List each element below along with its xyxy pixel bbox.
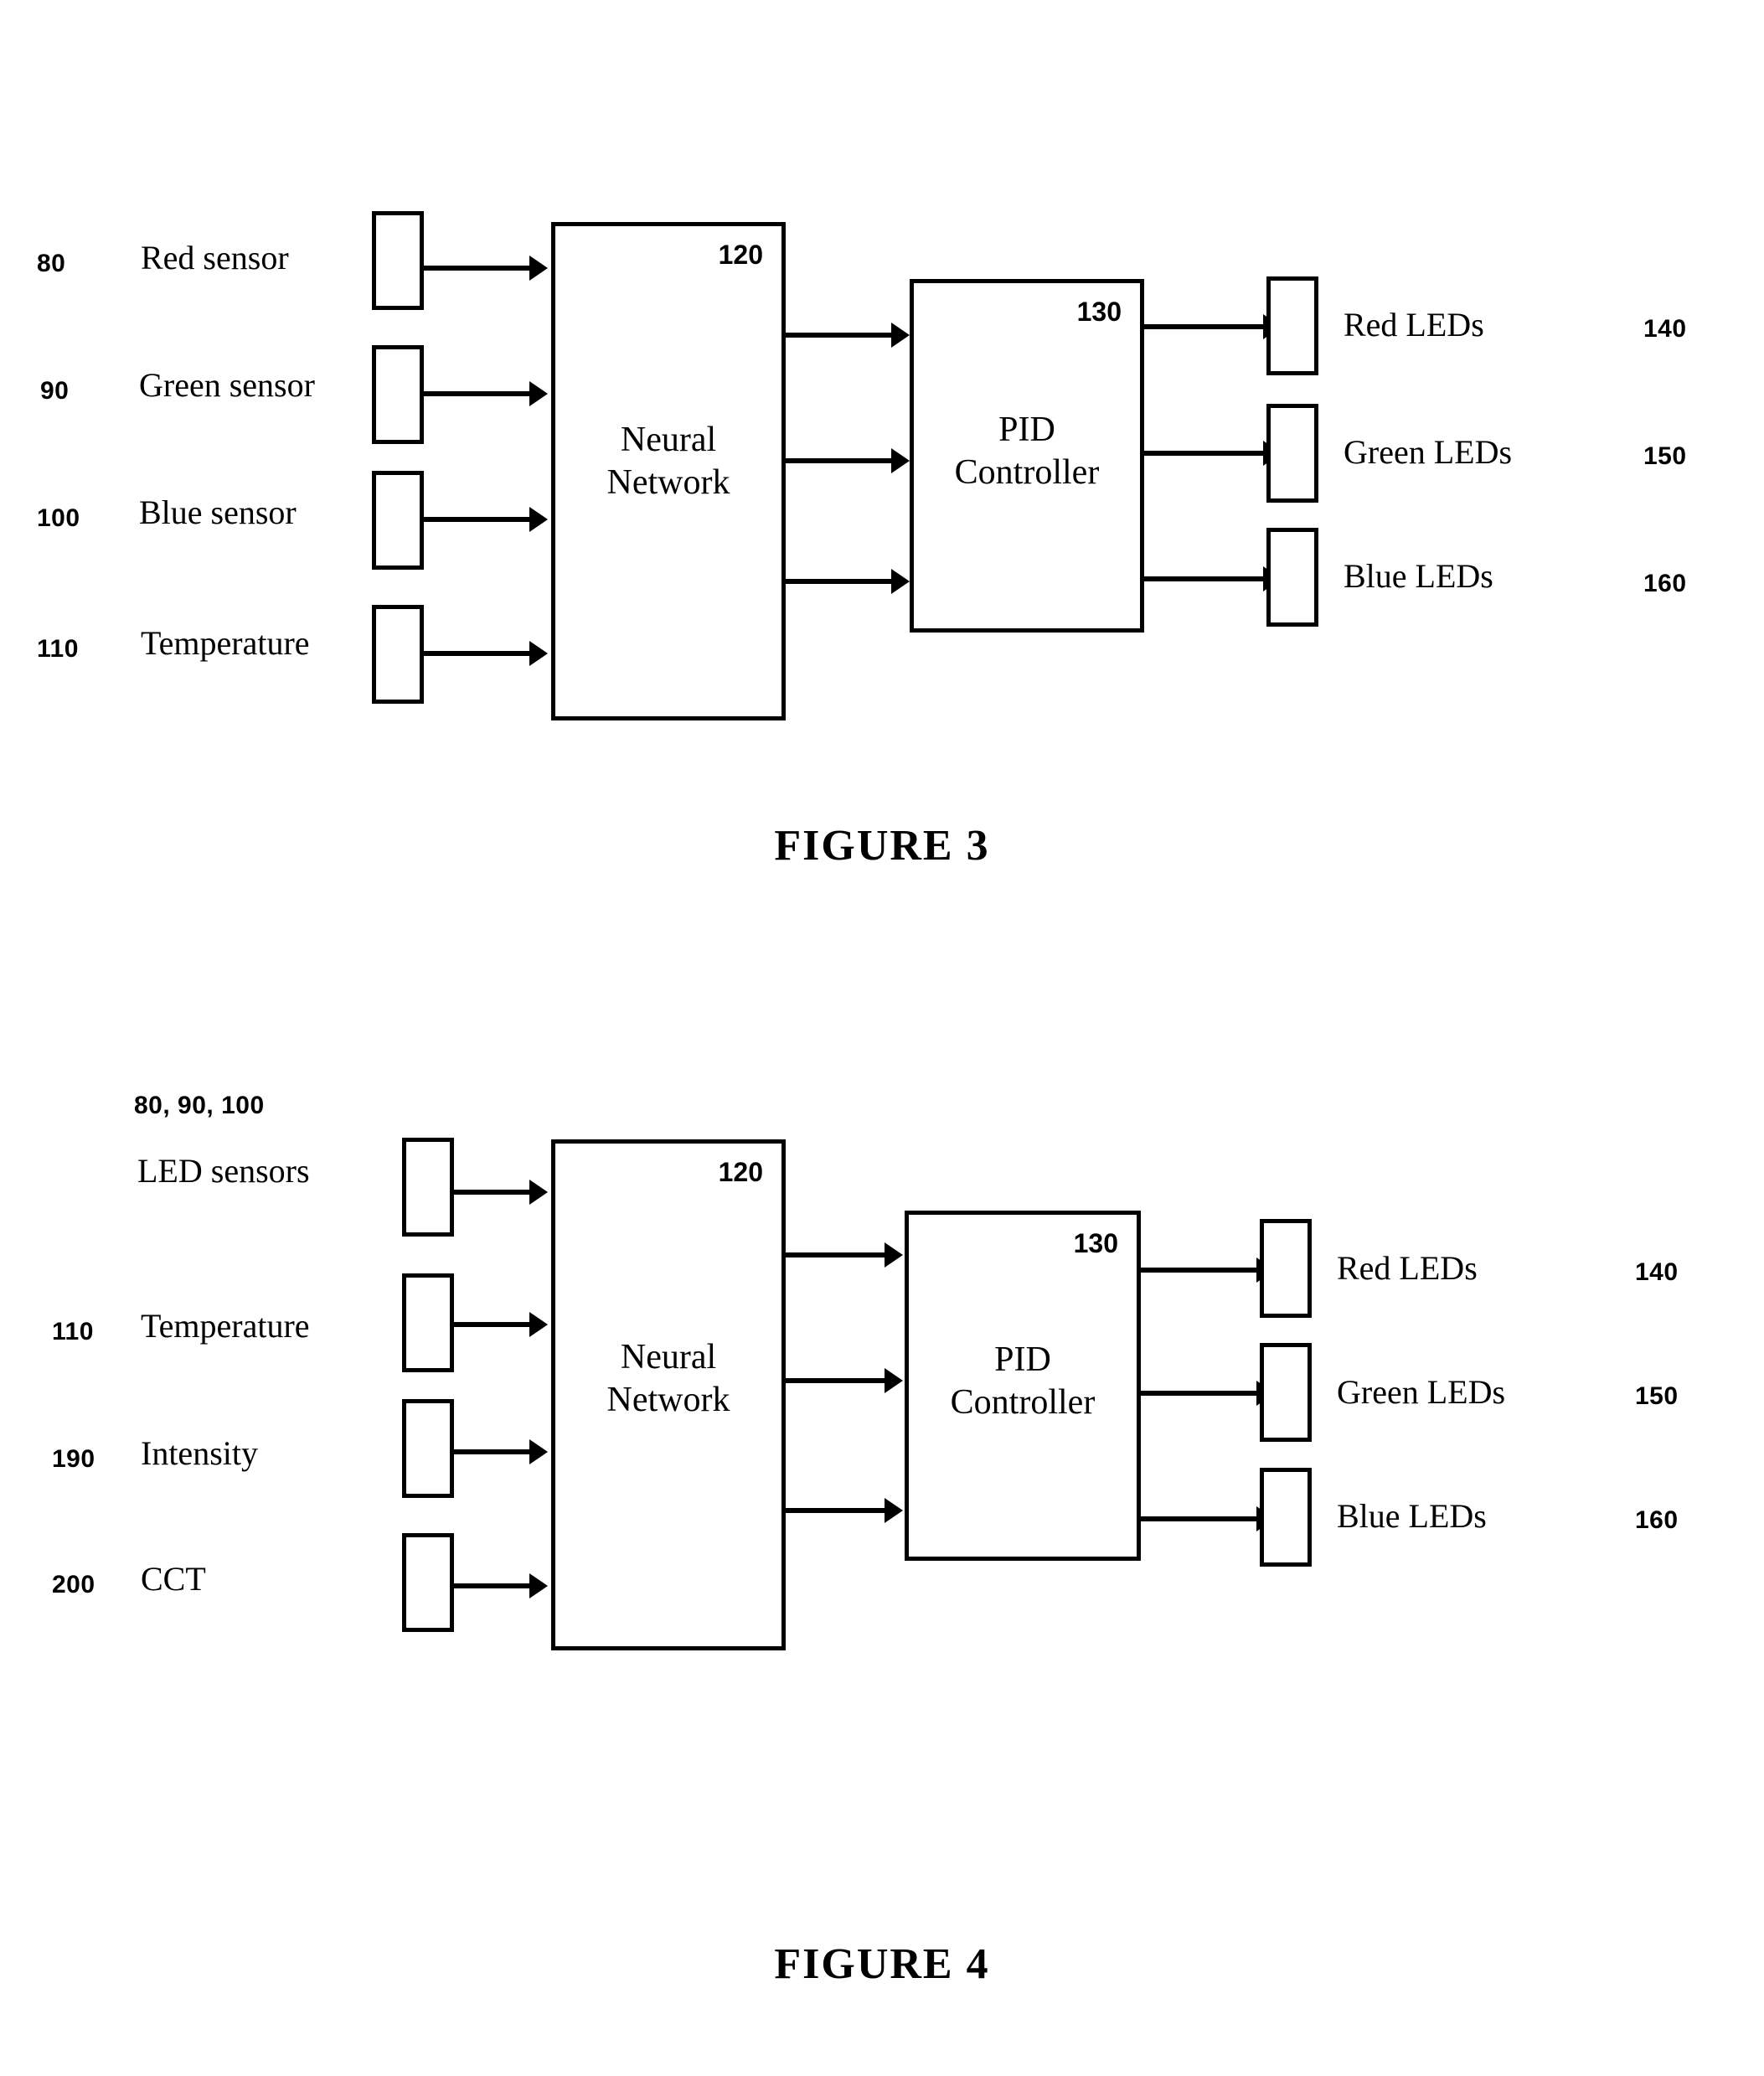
- input-label-red-sensor: Red sensor: [141, 239, 289, 276]
- output-label-red-leds: Red LEDs: [1344, 306, 1484, 343]
- output-label-blue-leds: Blue LEDs: [1344, 557, 1493, 595]
- neural-network-title-line1: Neural: [620, 421, 717, 459]
- arrow-cct-to-neural-network: [454, 1583, 531, 1588]
- arrow-neural-network-to-pid-2: [786, 458, 893, 463]
- arrow-neural-network-to-pid-1: [786, 1252, 886, 1257]
- input-port-temperature-input: [402, 1273, 454, 1372]
- ref-numeral-temperature-input: 110: [52, 1318, 94, 1345]
- figure-4-caption: FIGURE 4: [774, 1940, 990, 1988]
- arrow-neural-network-to-pid-3: [786, 579, 893, 584]
- pid-controller-title-line2: Controller: [950, 1383, 1096, 1423]
- ref-numeral-green-sensor: 90: [40, 377, 70, 405]
- output-port-green-leds: [1266, 404, 1318, 503]
- ref-numeral-blue-leds: 160: [1635, 1506, 1679, 1534]
- output-label-green-leds: Green LEDs: [1337, 1373, 1506, 1411]
- pid-controller-title: PID Controller: [914, 409, 1140, 494]
- output-label-blue-leds: Blue LEDs: [1337, 1497, 1487, 1535]
- arrow-neural-network-to-pid-2: [786, 1378, 886, 1383]
- input-port-red-sensor: [372, 211, 424, 310]
- arrow-pid-to-red-leds: [1141, 1268, 1258, 1273]
- arrow-pid-to-blue-leds: [1141, 1516, 1258, 1521]
- input-label-intensity-input: Intensity: [141, 1434, 258, 1472]
- input-label-green-sensor: Green sensor: [139, 366, 315, 404]
- arrow-neural-network-to-pid-1: [786, 333, 893, 338]
- neural-network-title: Neural Network: [555, 1336, 781, 1422]
- pid-controller-title-line2: Controller: [954, 453, 1100, 493]
- neural-network-block: 120 Neural Network: [551, 1139, 786, 1650]
- output-port-blue-leds: [1266, 528, 1318, 627]
- output-port-red-leds: [1260, 1219, 1312, 1318]
- ref-numeral-neural-network: 120: [718, 1157, 763, 1187]
- figure-3-caption: FIGURE 3: [774, 822, 990, 870]
- ref-numeral-blue-leds: 160: [1643, 570, 1687, 597]
- arrow-blue-sensor-to-neural-network: [424, 517, 531, 522]
- neural-network-title-line1: Neural: [620, 1338, 717, 1376]
- arrow-led-sensors-to-neural-network: [454, 1190, 531, 1195]
- output-port-blue-leds: [1260, 1468, 1312, 1567]
- arrow-pid-to-red-leds: [1144, 324, 1265, 329]
- ref-numeral-green-leds: 150: [1635, 1382, 1679, 1410]
- input-label-temperature-sensor: Temperature: [141, 624, 310, 662]
- ref-numeral-blue-sensor: 100: [37, 504, 80, 532]
- input-label-cct-input: CCT: [141, 1560, 206, 1598]
- pid-controller-title-line1: PID: [998, 411, 1055, 449]
- pid-controller-block: 130 PID Controller: [905, 1211, 1141, 1561]
- input-port-blue-sensor: [372, 471, 424, 570]
- arrow-pid-to-green-leds: [1144, 451, 1265, 456]
- ref-numeral-green-leds: 150: [1643, 442, 1687, 470]
- arrow-red-sensor-to-neural-network: [424, 266, 531, 271]
- output-port-red-leds: [1266, 276, 1318, 375]
- pid-controller-title: PID Controller: [909, 1339, 1137, 1424]
- ref-numeral-red-sensor: 80: [37, 250, 66, 277]
- arrow-temperature-sensor-to-neural-network: [424, 651, 531, 656]
- input-label-temperature-input: Temperature: [141, 1307, 310, 1345]
- ref-numeral-red-leds: 140: [1635, 1258, 1679, 1286]
- arrow-neural-network-to-pid-3: [786, 1508, 886, 1513]
- pid-controller-block: 130 PID Controller: [910, 279, 1144, 633]
- ref-numeral-red-leds: 140: [1643, 315, 1687, 343]
- neural-network-title-line2: Network: [606, 1381, 730, 1420]
- output-label-red-leds: Red LEDs: [1337, 1249, 1478, 1287]
- neural-network-title-line2: Network: [606, 463, 730, 503]
- arrow-pid-to-green-leds: [1141, 1391, 1258, 1396]
- input-port-temperature-sensor: [372, 605, 424, 704]
- input-port-led-sensors: [402, 1138, 454, 1237]
- ref-numeral-cct-input: 200: [52, 1571, 95, 1598]
- input-port-green-sensor: [372, 345, 424, 444]
- output-label-green-leds: Green LEDs: [1344, 433, 1513, 471]
- input-port-intensity-input: [402, 1399, 454, 1498]
- neural-network-block: 120 Neural Network: [551, 222, 786, 720]
- ref-numeral-intensity-input: 190: [52, 1445, 95, 1473]
- arrow-intensity-to-neural-network: [454, 1449, 531, 1454]
- input-label-led-sensors: LED sensors: [137, 1152, 310, 1190]
- ref-numeral-led-sensors: 80, 90, 100: [134, 1092, 265, 1119]
- ref-numeral-temperature-sensor: 110: [37, 635, 79, 663]
- ref-numeral-pid-controller: 130: [1073, 1228, 1118, 1258]
- figure-4: 80, 90, 100 110 190 200 LED sensors Temp…: [0, 922, 1764, 2076]
- input-label-blue-sensor: Blue sensor: [139, 493, 297, 531]
- arrow-green-sensor-to-neural-network: [424, 391, 531, 396]
- pid-controller-title-line1: PID: [994, 1340, 1051, 1379]
- output-port-green-leds: [1260, 1343, 1312, 1442]
- input-port-cct-input: [402, 1533, 454, 1632]
- ref-numeral-neural-network: 120: [718, 240, 763, 270]
- patent-drawing-sheet: 80 90 100 110 Red sensor Green sensor Bl…: [0, 0, 1764, 2076]
- figure-3: 80 90 100 110 Red sensor Green sensor Bl…: [0, 0, 1764, 922]
- arrow-pid-to-blue-leds: [1144, 576, 1265, 581]
- neural-network-title: Neural Network: [555, 419, 781, 504]
- ref-numeral-pid-controller: 130: [1076, 297, 1122, 327]
- arrow-temperature-to-neural-network: [454, 1322, 531, 1327]
